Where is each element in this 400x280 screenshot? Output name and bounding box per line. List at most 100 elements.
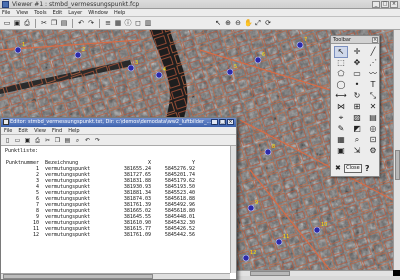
zoom-out-icon[interactable]: ⊖	[234, 19, 242, 27]
paste-icon[interactable]: ▤	[64, 137, 71, 144]
search-icon[interactable]: ⌕	[74, 137, 81, 144]
settings-tool-icon[interactable]: ⚙	[367, 146, 379, 156]
redo-icon[interactable]: ↷	[87, 19, 95, 27]
open-icon[interactable]: ▭	[3, 19, 11, 27]
editor-menu-edit[interactable]: Edit	[18, 127, 28, 134]
cancel-tool-icon[interactable]: ✖	[335, 164, 341, 173]
brush-tool-icon[interactable]: ✎	[335, 124, 347, 134]
close-icon[interactable]: ×	[390, 1, 398, 8]
lock-tool-icon[interactable]: ⊡	[367, 135, 379, 145]
fit-icon[interactable]: ⤢	[254, 19, 262, 27]
pointer-tool-icon[interactable]: ↖	[334, 46, 348, 58]
measure-tool-icon[interactable]: ⟷	[335, 91, 347, 101]
toolbar-separator	[72, 18, 73, 28]
layers-icon[interactable]: ≡	[104, 19, 112, 27]
save-icon[interactable]: ▣	[24, 137, 31, 144]
table-tool-icon[interactable]: ▦	[335, 135, 347, 145]
new-file-icon[interactable]: ▯	[4, 137, 11, 144]
move-tool-icon[interactable]: ✥	[351, 58, 363, 68]
close-icon[interactable]: ×	[372, 37, 378, 43]
editor-toolbar: ▯ ▭ ▣ ⎙ ✂ ❐ ▤ ⌕ ↶ ↷	[1, 135, 236, 146]
zoom-in-icon[interactable]: ⊕	[224, 19, 232, 27]
maximize-icon[interactable]: □	[219, 119, 226, 125]
merge-tool-icon[interactable]: ⊞	[351, 102, 363, 112]
undo-icon[interactable]: ↶	[77, 19, 85, 27]
menu-layer[interactable]: Layer	[68, 9, 82, 16]
circle-tool-icon[interactable]: ◯	[335, 80, 347, 90]
pointer-icon[interactable]: ↖	[214, 19, 222, 27]
polygon-tool-icon[interactable]: ⬠	[335, 69, 347, 79]
cut-icon[interactable]: ✂	[40, 19, 48, 27]
palette-title-bar[interactable]: Toolbar ×	[331, 36, 379, 44]
close-icon[interactable]: ×	[227, 119, 234, 125]
editor-text-area[interactable]: Punktliste: Punktnummer Bezeichnung X Y …	[1, 146, 230, 273]
map-point-label: 10	[321, 222, 328, 228]
editor-menu-view[interactable]: View	[34, 127, 46, 134]
crosshair-tool-icon[interactable]: ✛	[351, 47, 363, 57]
table-icon[interactable]: ▥	[144, 19, 152, 27]
grid-icon[interactable]: ▦	[114, 19, 122, 27]
close-button[interactable]: Close	[343, 164, 362, 173]
editor-title-bar[interactable]: Editor: stmbd_vermessungspunkt.txt, Dir:…	[1, 118, 236, 127]
text-tool-icon[interactable]: T	[367, 80, 379, 90]
editor-menu-file[interactable]: File	[4, 127, 12, 134]
pan-icon[interactable]: ✋	[244, 19, 253, 27]
cut-icon[interactable]: ✂	[44, 137, 51, 144]
map-point-label: 9	[255, 200, 259, 206]
menu-file[interactable]: File	[2, 9, 10, 16]
print-icon[interactable]: ⎙	[23, 19, 31, 27]
rectangle-tool-icon[interactable]: ▭	[351, 69, 363, 79]
editor-menu-find[interactable]: Find	[52, 127, 62, 134]
line-tool-icon[interactable]: ╱	[367, 47, 379, 57]
rotate-tool-icon[interactable]: ↻	[351, 91, 363, 101]
print-icon[interactable]: ⎙	[34, 137, 41, 144]
tool-grid: ↖ ✛ ╱ ⬚ ✥ ⋰ ⬠ ▭ 〰 ◯ • T ⟷ ↻ ⤡ ⋈ ⊞ ✕ ⌖ ▨ …	[331, 44, 379, 156]
menu-tools[interactable]: Tools	[34, 9, 46, 16]
maximize-icon[interactable]: □	[381, 1, 389, 8]
delete-tool-icon[interactable]: ✕	[367, 102, 379, 112]
fill-tool-icon[interactable]: ▨	[351, 113, 363, 123]
layer-tool-icon[interactable]: ◩	[351, 124, 363, 134]
list-heading: Punktliste:	[5, 148, 39, 154]
cell-x: 381761.09	[123, 232, 151, 238]
scroll-thumb[interactable]	[3, 274, 153, 279]
export-tool-icon[interactable]: ⇲	[351, 146, 363, 156]
point-tool-icon[interactable]: •	[351, 80, 363, 90]
save-icon[interactable]: ▣	[13, 19, 21, 27]
image-tool-icon[interactable]: ▣	[335, 146, 347, 156]
help-icon[interactable]: ?	[365, 164, 370, 173]
split-tool-icon[interactable]: ⋈	[335, 102, 347, 112]
map-point-label: 5	[234, 64, 238, 70]
window-title: Viewer #1 : stmbd_vermessungspunkt.fcp	[12, 1, 140, 8]
select-icon[interactable]: ◻	[134, 19, 142, 27]
editor-vertical-scrollbar[interactable]	[230, 146, 236, 273]
minimize-icon[interactable]: _	[372, 1, 380, 8]
scroll-thumb[interactable]	[395, 150, 400, 180]
attribute-tool-icon[interactable]: ▤	[367, 113, 379, 123]
minimize-icon[interactable]: _	[211, 119, 218, 125]
snap-tool-icon[interactable]: ⌖	[335, 113, 347, 123]
redo-icon[interactable]: ↷	[94, 137, 101, 144]
application-root: Viewer #1 : stmbd_vermessungspunkt.fcp _…	[0, 0, 400, 280]
buffer-tool-icon[interactable]: ◎	[367, 124, 379, 134]
open-icon[interactable]: ▭	[14, 137, 21, 144]
menu-view[interactable]: View	[16, 9, 28, 16]
scale-tool-icon[interactable]: ⤡	[367, 91, 379, 101]
menu-window[interactable]: Window	[88, 9, 108, 16]
editor-horizontal-scrollbar[interactable]	[1, 273, 230, 279]
editor-menu-help[interactable]: Help	[68, 127, 79, 134]
paste-icon[interactable]: ▤	[60, 19, 68, 27]
menu-help[interactable]: Help	[114, 9, 125, 16]
refresh-icon[interactable]: ⟳	[264, 19, 272, 27]
menu-edit[interactable]: Edit	[53, 9, 63, 16]
polyline-tool-icon[interactable]: 〰	[367, 69, 379, 79]
map-vertical-scrollbar[interactable]	[393, 30, 400, 270]
node-tool-icon[interactable]: ⋰	[367, 58, 379, 68]
search-tool-icon[interactable]: ⌕	[351, 135, 363, 145]
main-title-bar[interactable]: Viewer #1 : stmbd_vermessungspunkt.fcp _…	[0, 0, 400, 9]
copy-icon[interactable]: ❐	[50, 19, 58, 27]
info-icon[interactable]: ⓘ	[124, 19, 132, 27]
undo-icon[interactable]: ↶	[84, 137, 91, 144]
copy-icon[interactable]: ❐	[54, 137, 61, 144]
select-area-icon[interactable]: ⬚	[335, 58, 347, 68]
